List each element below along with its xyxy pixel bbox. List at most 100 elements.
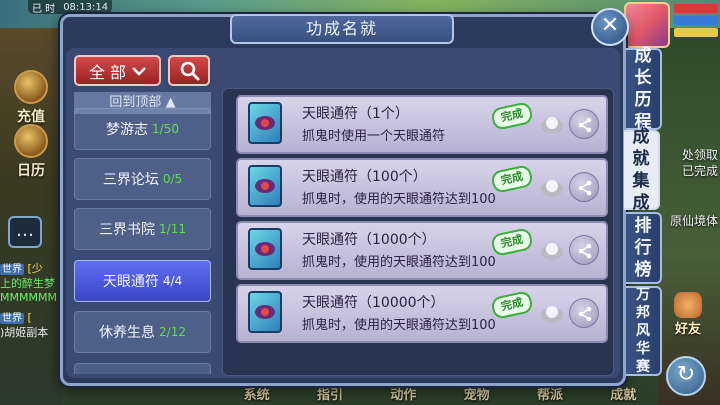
close-icon: ✕ (600, 13, 620, 38)
back-to-top-button[interactable]: 回到顶部 ▲ (74, 92, 211, 114)
tab-achievement-collection[interactable]: 成就集成 (624, 127, 660, 213)
exp-bar (674, 28, 718, 37)
category-filter-select[interactable]: 全 部 (74, 55, 161, 86)
achievement-name: 天眼通符（10000个） (302, 295, 445, 311)
hint-realm: 原仙境体 (669, 214, 718, 228)
status-left-text: 已 时 (32, 3, 56, 15)
category-count: 0/5 (162, 172, 183, 186)
refresh-icon: ↻ (676, 362, 696, 387)
recharge-icon (14, 70, 48, 104)
chat-text: [少 (27, 262, 43, 275)
chat-icon: … (16, 220, 34, 241)
player-stat-bars (674, 4, 718, 40)
handshake-icon (674, 292, 702, 318)
hp-bar (674, 4, 718, 13)
category-item-rest[interactable]: 休养生息 2/12 (74, 311, 211, 353)
reward-pearl-icon (541, 243, 563, 260)
reward-pearl-icon (541, 180, 563, 197)
tab-label: 万邦风华赛 (636, 287, 650, 375)
hint-collect: 处领取 (681, 148, 718, 162)
talisman-icon (248, 291, 282, 333)
chat-text: MMMMMMM (0, 291, 62, 304)
reward-pearl-icon (541, 117, 563, 134)
achievement-card[interactable]: 天眼通符（10000个） 抓鬼时，使用的天眼通符达到100 完成 (236, 284, 608, 343)
status-time: 08:13:14 (63, 1, 109, 13)
chevron-down-icon (132, 66, 146, 76)
chat-line: 世界 [ (0, 311, 62, 326)
close-button[interactable]: ✕ (591, 8, 629, 46)
category-name: 休养生息 (99, 325, 156, 341)
achievement-name: 天眼通符（1000个） (302, 232, 436, 248)
share-icon (578, 117, 592, 133)
category-name: 梦游志 (106, 122, 149, 138)
category-item-skyeye[interactable]: 天眼通符 4/4 (74, 260, 211, 302)
chat-text: )胡姬副本 (0, 326, 49, 339)
player-avatar[interactable] (624, 2, 670, 48)
refresh-button[interactable]: ↻ (666, 356, 706, 396)
tab-label: 成长历程 (634, 46, 652, 132)
category-item-dream[interactable]: 梦游志 1/50 (74, 108, 211, 150)
share-icon (578, 180, 592, 196)
menu-achievement[interactable]: 成就 (610, 384, 636, 403)
category-count: 2/12 (159, 325, 186, 339)
chat-line: MMMMMMM (0, 291, 62, 305)
share-button[interactable] (569, 109, 599, 139)
chat-text: 上的醉生梦 (0, 277, 55, 290)
share-icon (578, 306, 592, 322)
search-button[interactable] (168, 55, 210, 86)
tab-label: 排行榜 (634, 216, 652, 280)
achievement-name: 天眼通符（1个） (302, 106, 409, 122)
talisman-icon (248, 165, 282, 207)
menu-guild[interactable]: 帮派 (537, 384, 563, 403)
category-list[interactable]: 梦游志 1/50 三界论坛 0/5 三界书院 1/11 天眼通符 4/4 休养生… (72, 92, 214, 374)
achievement-card[interactable]: 天眼通符（1000个） 抓鬼时，使用的天眼通符达到100 完成 (236, 221, 608, 280)
achievement-card[interactable]: 天眼通符（100个） 抓鬼时，使用的天眼通符达到100 完成 (236, 158, 608, 217)
category-count: 1/11 (159, 222, 186, 236)
category-item-partial[interactable] (74, 363, 211, 374)
share-button[interactable] (569, 235, 599, 265)
recharge-label: 充值 (17, 109, 45, 125)
menu-action[interactable]: 动作 (390, 384, 416, 403)
category-name: 三界书院 (99, 222, 156, 238)
status-bar: 已 时 08:13:14 (28, 0, 113, 15)
world-channel-tag: 世界 (0, 264, 24, 275)
recharge-button[interactable]: 充值 (6, 70, 56, 126)
chat-feed[interactable]: 世界 [少 上的醉生梦 MMMMMMM 世界 [ )胡姬副本 (0, 262, 62, 340)
tab-leaderboard[interactable]: 排行榜 (626, 212, 662, 284)
friend-label: 好友 (674, 322, 701, 337)
menu-pet[interactable]: 宠物 (464, 384, 490, 403)
chat-line: 世界 [少 (0, 262, 62, 277)
tab-growth-history[interactable]: 成长历程 (626, 46, 662, 132)
category-name: 三界论坛 (102, 172, 159, 188)
tab-label: 成就集成 (632, 127, 650, 213)
chat-button[interactable]: … (8, 216, 42, 248)
filter-selected-value: 全 部 (88, 62, 127, 82)
dialog-title: 功成名就 (230, 14, 454, 44)
hint-completed: 已完成 (681, 164, 718, 178)
chat-line: )胡姬副本 (0, 326, 62, 340)
mp-bar (674, 16, 718, 25)
world-channel-tag: 世界 (0, 313, 24, 324)
menu-system[interactable]: 系统 (244, 384, 270, 403)
tab-wanbang-contest[interactable]: 万邦风华赛 (626, 286, 662, 376)
category-count: 4/4 (162, 274, 183, 288)
chat-text: [ (27, 311, 32, 324)
chat-line: 上的醉生梦 (0, 277, 62, 291)
category-name: 天眼通符 (102, 274, 159, 290)
achievement-card[interactable]: 天眼通符（1个） 抓鬼时使用一个天眼通符 完成 (236, 95, 608, 154)
reward-pearl-icon (541, 306, 563, 323)
share-button[interactable] (569, 172, 599, 202)
share-button[interactable] (569, 298, 599, 328)
achievement-list[interactable]: 天眼通符（1个） 抓鬼时使用一个天眼通符 完成 天眼通符（100个） 抓鬼时，使… (222, 88, 614, 376)
category-item-academy[interactable]: 三界书院 1/11 (74, 208, 211, 250)
calendar-button[interactable]: 日历 (6, 124, 56, 180)
menu-guide[interactable]: 指引 (317, 384, 343, 403)
friend-button[interactable]: 好友 (664, 292, 712, 337)
calendar-label: 日历 (17, 163, 45, 179)
arrow-up-icon: ▲ (165, 95, 176, 110)
search-icon (180, 61, 200, 81)
talisman-icon (248, 228, 282, 270)
share-icon (578, 243, 592, 259)
category-item-forum[interactable]: 三界论坛 0/5 (74, 158, 211, 200)
calendar-icon (14, 124, 48, 158)
